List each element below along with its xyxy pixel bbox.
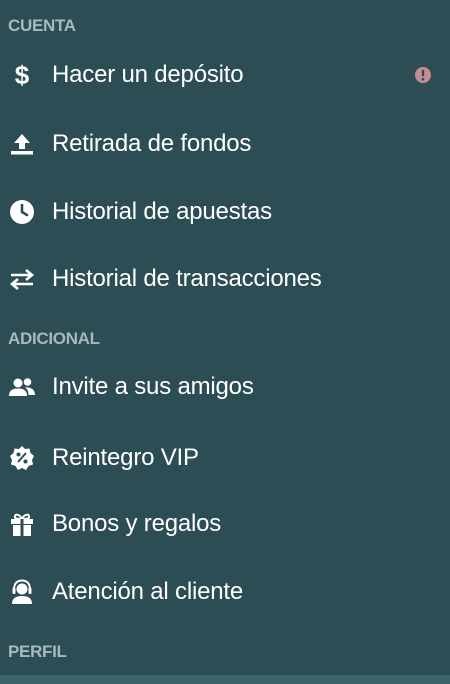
menu-item-bonus[interactable]: Bonos y regalos xyxy=(0,500,450,548)
gift-icon xyxy=(8,510,36,538)
menu-item-invite-label: Invite a sus amigos xyxy=(52,373,254,400)
menu-item-deposit-label: Hacer un depósito xyxy=(52,61,244,88)
menu-item-bet-history-label: Historial de apuestas xyxy=(52,198,272,225)
alert-icon xyxy=(414,66,432,84)
menu-item-transactions[interactable]: Historial de transacciones xyxy=(0,255,450,303)
menu-item-invite[interactable]: Invite a sus amigos xyxy=(0,363,450,411)
people-icon xyxy=(8,373,36,401)
percent-badge-icon xyxy=(8,444,36,472)
upload-icon xyxy=(8,130,36,158)
support-agent-icon xyxy=(8,578,36,606)
menu-item-bet-history[interactable]: Historial de apuestas xyxy=(0,188,450,236)
menu-item-withdraw-label: Retirada de fondos xyxy=(52,130,252,157)
swap-arrows-icon xyxy=(8,265,36,293)
sidebar-menu: CUENTA $ Hacer un depósito Retirada de f… xyxy=(0,0,450,684)
section-title-perfil: PERFIL xyxy=(8,642,67,661)
menu-item-vip[interactable]: Reintegro VIP xyxy=(0,434,450,482)
menu-item-vip-label: Reintegro VIP xyxy=(52,444,199,471)
menu-item-support-label: Atención al cliente xyxy=(52,578,243,605)
menu-item-transactions-label: Historial de transacciones xyxy=(52,265,322,292)
clock-icon xyxy=(8,198,36,226)
section-title-cuenta: CUENTA xyxy=(8,16,76,35)
menu-item-withdraw[interactable]: Retirada de fondos xyxy=(0,120,450,168)
menu-item-deposit[interactable]: $ Hacer un depósito xyxy=(0,51,450,99)
menu-item-bonus-label: Bonos y regalos xyxy=(52,510,222,537)
dollar-icon: $ xyxy=(8,61,36,89)
svg-text:$: $ xyxy=(15,61,30,89)
section-title-adicional: ADICIONAL xyxy=(8,329,100,348)
next-item-edge xyxy=(0,675,450,684)
menu-item-support[interactable]: Atención al cliente xyxy=(0,568,450,616)
